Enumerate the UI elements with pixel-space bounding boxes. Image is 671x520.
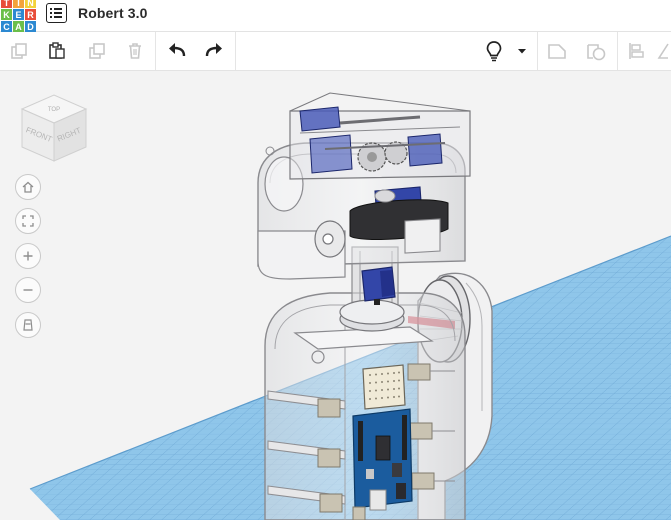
- workplane-viewport[interactable]: TOP FRONT RIGHT: [0, 71, 671, 520]
- logo-letter: R: [25, 9, 36, 20]
- logo-letter: D: [25, 21, 36, 32]
- document-title[interactable]: Robert 3.0: [78, 5, 147, 21]
- view-cube-top-label[interactable]: TOP: [48, 107, 60, 113]
- dropdown-caret-icon[interactable]: [510, 37, 534, 65]
- solid-shape-icon[interactable]: [543, 37, 571, 65]
- logo-letter: A: [13, 21, 24, 32]
- logo-letter: N: [25, 0, 36, 8]
- duplicate-icon[interactable]: [83, 37, 111, 65]
- view-cube[interactable]: TOP FRONT RIGHT: [18, 93, 88, 163]
- align-icon[interactable]: [622, 37, 650, 65]
- logo-letter: T: [1, 0, 12, 8]
- lightbulb-icon[interactable]: [480, 37, 508, 65]
- logo-letter: K: [1, 9, 12, 20]
- zoom-out-icon[interactable]: [15, 277, 41, 303]
- home-view-icon[interactable]: [15, 174, 41, 200]
- hole-shape-icon[interactable]: [582, 37, 610, 65]
- 3d-scene[interactable]: [0, 71, 671, 520]
- edit-toolbar: [0, 32, 671, 71]
- zoom-in-icon[interactable]: [15, 243, 41, 269]
- copy-icon[interactable]: [5, 37, 33, 65]
- logo-letter: I: [13, 0, 24, 8]
- logo-letter: E: [13, 9, 24, 20]
- fit-all-icon[interactable]: [15, 208, 41, 234]
- redo-icon[interactable]: [200, 37, 228, 65]
- paste-icon[interactable]: [43, 37, 71, 65]
- undo-icon[interactable]: [163, 37, 191, 65]
- logo-letter: C: [1, 21, 12, 32]
- perspective-icon[interactable]: [15, 312, 41, 338]
- title-bar: TIN KER CAD Robert 3.0: [0, 0, 671, 32]
- design-menu-button[interactable]: [46, 3, 67, 23]
- tinkercad-logo[interactable]: TIN KER CAD: [1, 0, 37, 32]
- mirror-icon[interactable]: [656, 37, 671, 65]
- trash-icon[interactable]: [121, 37, 149, 65]
